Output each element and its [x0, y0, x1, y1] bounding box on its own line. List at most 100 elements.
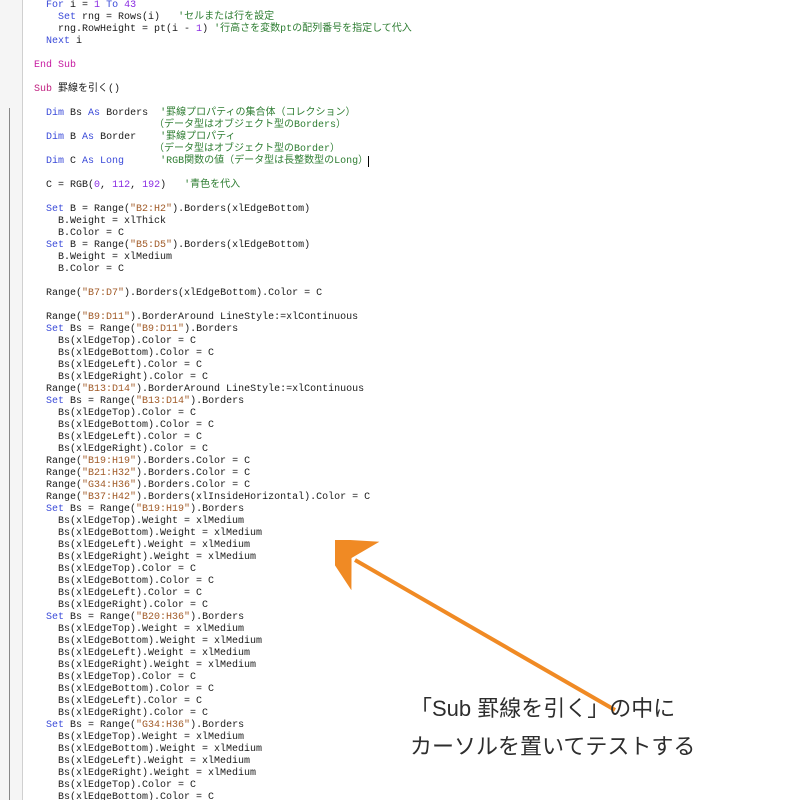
code-token: '青色を代入 [184, 180, 240, 191]
code-token: ).Borders [190, 504, 244, 515]
code-line[interactable]: Bs(xlEdgeRight).Color = C [22, 372, 800, 384]
code-line[interactable]: B.Weight = xlMedium [22, 252, 800, 264]
code-line[interactable]: Bs(xlEdgeBottom).Color = C [22, 576, 800, 588]
code-line[interactable] [22, 192, 800, 204]
code-token: ).Borders(xlEdgeBottom) [172, 204, 310, 215]
code-line[interactable]: B.Color = C [22, 228, 800, 240]
code-line[interactable]: Bs(xlEdgeTop).Color = C [22, 780, 800, 792]
code-line[interactable]: Range("B37:H42").Borders(xlInsideHorizon… [22, 492, 800, 504]
code-line[interactable]: Bs(xlEdgeRight).Color = C [22, 444, 800, 456]
code-token: , [130, 180, 142, 191]
code-line[interactable]: Range("B7:D7").Borders(xlEdgeBottom).Col… [22, 288, 800, 300]
code-line[interactable]: Set Bs = Range("B9:D11").Borders [22, 324, 800, 336]
code-line[interactable]: rng.RowHeight = pt(i - 1) '行高さを変数ptの配列番号… [22, 24, 800, 36]
code-token: Bs(xlEdgeRight).Color = C [58, 600, 208, 611]
code-line[interactable]: Bs(xlEdgeLeft).Weight = xlMedium [22, 648, 800, 660]
code-line[interactable]: Bs(xlEdgeBottom).Color = C [22, 792, 800, 800]
code-token: Bs(xlEdgeLeft).Color = C [58, 360, 202, 371]
code-token: "B19:H19" [82, 456, 136, 467]
code-line[interactable]: C = RGB(0, 112, 192) '青色を代入 [22, 180, 800, 192]
code-token: ).Borders(xlInsideHorizontal).Color = C [136, 492, 370, 503]
code-line[interactable]: Bs(xlEdgeLeft).Color = C [22, 432, 800, 444]
code-line[interactable]: Bs(xlEdgeTop).Color = C [22, 336, 800, 348]
code-token: 'セルまたは行を設定 [178, 12, 274, 23]
code-line[interactable]: Bs(xlEdgeRight).Weight = xlMedium [22, 552, 800, 564]
code-line[interactable]: Dim B As Border '罫線プロパティ [22, 132, 800, 144]
code-line[interactable]: （データ型はオブジェクト型のBorders） [22, 120, 800, 132]
code-line[interactable]: Bs(xlEdgeRight).Weight = xlMedium [22, 768, 800, 780]
code-token: To [100, 0, 124, 11]
code-line[interactable]: Bs(xlEdgeLeft).Color = C [22, 360, 800, 372]
code-editor[interactable]: For i = 1 To 43 Set rng = Rows(i) 'セルまたは… [22, 0, 800, 800]
code-line[interactable]: Bs(xlEdgeTop).Color = C [22, 408, 800, 420]
code-token: "B5:D5" [130, 240, 172, 251]
code-line[interactable]: Bs(xlEdgeLeft).Color = C [22, 588, 800, 600]
code-line[interactable] [22, 276, 800, 288]
code-token: B.Weight = xlThick [58, 216, 166, 227]
code-line[interactable]: For i = 1 To 43 [22, 0, 800, 12]
code-line[interactable]: Dim C As Long 'RGB関数の値（データ型は長整数型のLong） [22, 156, 800, 168]
code-line[interactable]: Set rng = Rows(i) 'セルまたは行を設定 [22, 12, 800, 24]
code-token: Bs(xlEdgeBottom).Color = C [58, 348, 214, 359]
code-line[interactable] [22, 72, 800, 84]
code-token: ) [202, 24, 214, 35]
text-caret [368, 156, 369, 167]
code-token: ).BorderAround LineStyle:=xlContinuous [136, 384, 364, 395]
code-line[interactable]: Bs(xlEdgeLeft).Weight = xlMedium [22, 540, 800, 552]
code-token: "B2:H2" [130, 204, 172, 215]
code-line[interactable]: Bs(xlEdgeBottom).Weight = xlMedium [22, 636, 800, 648]
code-token: Range( [46, 288, 82, 299]
code-line[interactable] [22, 168, 800, 180]
code-line[interactable] [22, 96, 800, 108]
code-line[interactable]: Set Bs = Range("B19:H19").Borders [22, 504, 800, 516]
code-line[interactable]: Range("B13:D14").BorderAround LineStyle:… [22, 384, 800, 396]
code-token: rng.RowHeight = pt(i - [58, 24, 196, 35]
code-line[interactable]: Set B = Range("B5:D5").Borders(xlEdgeBot… [22, 240, 800, 252]
code-token: As Long [82, 156, 124, 167]
code-token: "B13:D14" [82, 384, 136, 395]
code-line[interactable]: Bs(xlEdgeTop).Weight = xlMedium [22, 624, 800, 636]
code-line[interactable]: （データ型はオブジェクト型のBorder） [22, 144, 800, 156]
code-line[interactable]: Bs(xlEdgeTop).Weight = xlMedium [22, 516, 800, 528]
code-token: "B9:D11" [136, 324, 184, 335]
proc-rule [9, 108, 10, 800]
code-line[interactable]: Bs(xlEdgeTop).Color = C [22, 564, 800, 576]
code-line[interactable]: Bs(xlEdgeBottom).Color = C [22, 420, 800, 432]
code-token: Range( [46, 312, 82, 323]
code-line[interactable]: Bs(xlEdgeRight).Weight = xlMedium [22, 660, 800, 672]
code-token: Bs(xlEdgeBottom).Color = C [58, 792, 214, 800]
code-line[interactable]: B.Color = C [22, 264, 800, 276]
code-line[interactable]: Next i [22, 36, 800, 48]
code-line[interactable]: Bs(xlEdgeRight).Color = C [22, 600, 800, 612]
code-token: ).Borders [190, 612, 244, 623]
code-line[interactable]: Range("B9:D11").BorderAround LineStyle:=… [22, 312, 800, 324]
code-token: As [88, 108, 100, 119]
code-token: '罫線プロパティの集合体（コレクション） [160, 108, 355, 119]
code-token: "B9:D11" [82, 312, 130, 323]
code-line[interactable]: B.Weight = xlThick [22, 216, 800, 228]
code-token: ).Borders [190, 720, 244, 731]
code-token: ).Borders [184, 324, 238, 335]
code-line[interactable]: Dim Bs As Borders '罫線プロパティの集合体（コレクション） [22, 108, 800, 120]
code-line[interactable]: End Sub [22, 60, 800, 72]
code-line[interactable]: Bs(xlEdgeBottom).Weight = xlMedium [22, 528, 800, 540]
code-token: Sub [34, 84, 52, 95]
code-token: Bs(xlEdgeTop).Color = C [58, 336, 196, 347]
code-line[interactable]: Set Bs = Range("B20:H36").Borders [22, 612, 800, 624]
code-line[interactable]: Range("B21:H32").Borders.Color = C [22, 468, 800, 480]
code-token: ).Borders.Color = C [136, 468, 250, 479]
code-line[interactable]: Range("G34:H36").Borders.Color = C [22, 480, 800, 492]
code-token: Dim [46, 156, 64, 167]
code-line[interactable] [22, 48, 800, 60]
code-line[interactable]: Set B = Range("B2:H2").Borders(xlEdgeBot… [22, 204, 800, 216]
code-token: Set [46, 612, 64, 623]
code-token: Set [46, 396, 64, 407]
code-line[interactable] [22, 300, 800, 312]
code-token: Bs(xlEdgeTop).Color = C [58, 564, 196, 575]
code-line[interactable]: Set Bs = Range("B13:D14").Borders [22, 396, 800, 408]
code-token [124, 156, 160, 167]
code-line[interactable]: Bs(xlEdgeBottom).Color = C [22, 348, 800, 360]
code-line[interactable]: Range("B19:H19").Borders.Color = C [22, 456, 800, 468]
code-line[interactable]: Sub 罫線を引く() [22, 84, 800, 96]
code-line[interactable]: Bs(xlEdgeTop).Color = C [22, 672, 800, 684]
